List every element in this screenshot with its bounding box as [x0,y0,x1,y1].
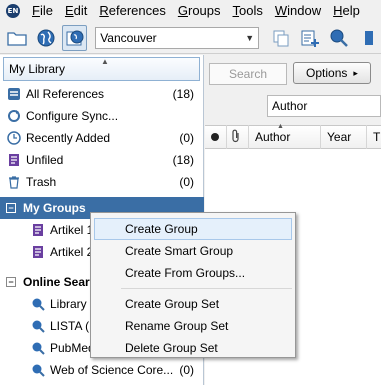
tree-item-count: (18) [172,153,194,167]
column-author-label: Author [255,130,291,144]
toolbar: Vancouver ▼ [0,22,381,54]
tree-item-recently-added[interactable]: Recently Added (0) [0,127,204,149]
app-logo-icon[interactable]: EN [6,4,20,18]
chevron-down-icon: ▼ [245,32,255,43]
tree-item-trash[interactable]: Trash (0) [0,171,204,193]
menu-item-delete-group-set[interactable]: Delete Group Set [91,337,295,359]
tree-item-online-web-of-science[interactable]: Web of Science Core... (0) [0,359,204,381]
menu-file-rest: ile [39,3,53,18]
menu-separator [121,288,292,289]
menu-bar: EN File Edit References Groups Tools Win… [0,0,381,22]
menu-references-accel: R [99,3,109,18]
menu-window-accel: W [274,3,288,18]
menu-window[interactable]: Window [269,0,327,22]
all-references-icon [6,86,22,102]
menu-groups-rest: roups [187,3,221,18]
search-field-select[interactable]: Author [267,95,381,117]
menu-groups-accel: G [177,3,188,18]
tree-item-label: Web of Science Core... [50,363,174,377]
globe-icon[interactable] [33,25,58,51]
search-field-value: Author [272,99,308,113]
read-dot-icon [211,133,219,141]
clock-icon [6,130,22,146]
column-year-label: Year [327,130,352,144]
unfiled-icon [6,152,22,168]
groups-context-menu: Create Group Create Smart Group Create F… [90,212,296,358]
folder-icon[interactable] [4,25,29,51]
tree-item-all-references[interactable]: All References (18) [0,83,204,105]
column-author[interactable]: ▲ Author [249,123,321,149]
sort-up-icon: ▲ [277,123,284,130]
options-label: Options [306,66,348,80]
menu-edit-rest: dit [73,3,88,18]
column-title-label: T [373,130,381,144]
menu-help-accel: H [333,3,343,18]
library-header-label: My Library [9,62,66,76]
tree-item-count: (0) [179,363,194,377]
globe-library-icon[interactable] [62,24,88,51]
tree-item-count: (0) [179,131,194,145]
menu-edit-accel: E [64,3,74,18]
options-button[interactable]: Options ▸ [293,62,371,84]
output-style-select[interactable]: Vancouver ▼ [95,26,259,49]
tree-item-configure-sync[interactable]: Configure Sync... [0,105,204,127]
tree-item-label: Library [50,297,87,311]
menu-help-rest: elp [342,3,360,18]
tree-item-count: (0) [179,175,194,189]
tree-item-unfiled[interactable]: Unfiled (18) [0,149,204,171]
trash-icon [6,174,22,190]
menu-file[interactable]: File [26,0,59,22]
menu-references[interactable]: References [93,0,171,22]
search-globe-icon [30,340,46,356]
column-attachment[interactable] [227,125,249,149]
tree-item-label: All References [26,87,105,101]
collapse-icon[interactable]: − [6,203,16,213]
tree-item-label: Configure Sync... [26,109,119,123]
copy-icon[interactable] [269,25,294,51]
sort-up-icon: ▲ [101,57,109,66]
chevron-right-icon: ▸ [353,67,358,78]
search-online-icon[interactable] [327,25,352,51]
column-year[interactable]: Year [321,125,367,149]
tree-item-label: Artikel 2 [50,245,94,259]
tree-header-label: My Groups [23,201,86,215]
menu-edit[interactable]: Edit [59,0,93,22]
menu-help[interactable]: Help [327,0,366,22]
menu-item-rename-group-set[interactable]: Rename Group Set [91,315,295,337]
library-mode-header[interactable]: ▲ My Library [3,57,200,81]
menu-window-rest: indow [287,3,322,18]
search-globe-icon [30,362,46,378]
column-read-status[interactable] [205,125,227,149]
paperclip-icon [231,129,241,146]
tree-item-label: Unfiled [26,153,64,167]
menu-item-create-from-groups[interactable]: Create From Groups... [91,262,295,284]
collapse-icon[interactable]: − [6,277,16,287]
menu-item-create-group[interactable]: Create Group [94,218,292,240]
add-reference-icon[interactable] [298,25,323,51]
search-globe-icon [30,296,46,312]
menu-file-accel: F [32,3,40,18]
group-icon [30,222,46,238]
column-title[interactable]: T [367,125,381,149]
tree-item-label: Trash [26,175,57,189]
menu-groups[interactable]: Groups [172,0,227,22]
tree-item-label: PubMed [50,341,95,355]
menu-references-rest: eferences [108,3,166,18]
tree-item-label: Recently Added [26,131,111,145]
menu-tools[interactable]: Tools [227,0,269,22]
menu-tools-rest: ools [239,3,263,18]
sync-icon [6,108,22,124]
search-globe-icon [30,318,46,334]
menu-item-create-group-set[interactable]: Create Group Set [91,293,295,315]
tree-item-count: (18) [172,87,194,101]
reference-list-header: ▲ Author Year T [205,123,381,149]
tree-item-label: Artikel 1 [50,223,94,237]
search-button[interactable]: Search [209,63,287,85]
partial-icon[interactable] [356,25,381,51]
group-icon [30,244,46,260]
menu-item-create-smart-group[interactable]: Create Smart Group [91,240,295,262]
output-style-value: Vancouver [100,30,157,45]
